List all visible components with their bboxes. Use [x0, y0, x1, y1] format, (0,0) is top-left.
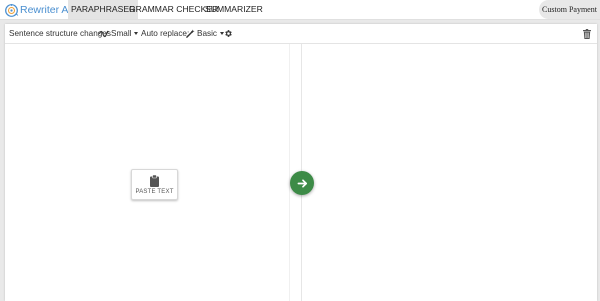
chevron-down-icon: [134, 32, 139, 35]
gear-icon: [225, 30, 232, 37]
paraphraser-card: Sentence structure changes Small Auto re…: [5, 24, 597, 301]
paraphrase-button[interactable]: [290, 171, 314, 195]
logo-icon: [5, 3, 19, 17]
options-toolbar: Sentence structure changes Small Auto re…: [5, 24, 597, 44]
clipboard-icon: [150, 174, 159, 187]
auto-replace-value: Basic: [197, 29, 218, 38]
wave-icon: [99, 30, 109, 37]
auto-replace-dropdown[interactable]: Basic: [186, 24, 225, 43]
delete-button[interactable]: [583, 24, 591, 43]
brand-logo[interactable]: Rewriter AI: [4, 1, 71, 19]
auto-replace-label: Auto replace:: [141, 29, 190, 38]
output-text-area: [302, 44, 597, 301]
brand-name: Rewriter AI: [20, 4, 72, 16]
paste-text-button[interactable]: PASTE TEXT: [131, 169, 178, 200]
settings-button[interactable]: [224, 24, 233, 43]
magic-wand-icon: [186, 29, 195, 38]
top-nav-bar: Rewriter AI PARAPHRASER GRAMMAR CHECKER …: [0, 0, 600, 20]
paste-text-label: PASTE TEXT: [135, 188, 174, 195]
sentence-structure-dropdown[interactable]: Small: [99, 24, 139, 43]
trash-icon: [583, 28, 591, 39]
sentence-structure-value: Small: [111, 29, 132, 38]
custom-payment-button[interactable]: Custom Payment: [539, 0, 600, 19]
sentence-structure-label: Sentence structure changes: [9, 29, 111, 38]
nav-paraphraser[interactable]: PARAPHRASER: [68, 0, 139, 19]
arrow-right-icon: [297, 178, 307, 188]
nav-summarizer[interactable]: SUMMARIZER: [205, 0, 263, 19]
input-pane-edge: [289, 44, 290, 301]
